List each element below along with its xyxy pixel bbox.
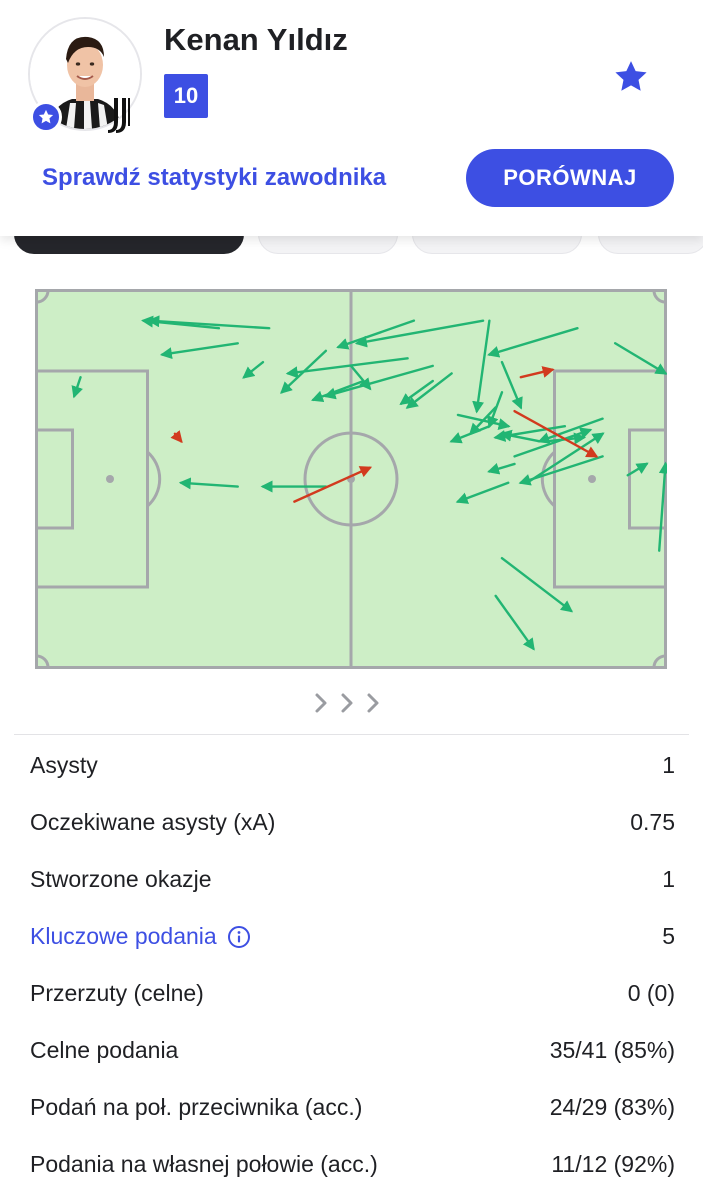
stat-row-key-passes[interactable]: Kluczowe podania 5 [30,908,675,965]
stat-row-long-balls: Przerzuty (celne) 0 (0) [30,965,675,1022]
player-stats-link[interactable]: Sprawdź statystyki zawodnika [42,164,386,192]
player-name: Kenan Yıldız [164,22,348,57]
stat-label: Podań na poł. przeciwnika (acc.) [30,1094,363,1120]
stat-value: 0 (0) [627,980,675,1006]
pass-map [35,289,667,669]
stat-value: 11/12 (92%) [551,1151,675,1177]
stat-value: 1 [662,866,675,892]
club-logo-icon [108,98,130,133]
stat-label: Podania na własnej połowie (acc.) [30,1151,378,1177]
key-passes-link[interactable]: Kluczowe podania [30,923,251,950]
stat-label: Celne podania [30,1037,179,1063]
pitch [35,289,667,669]
stats-list: Asysty 1 Oczekiwane asysty (xA) 0.75 Stw… [30,737,675,1193]
stat-label: Kluczowe podania [30,923,217,949]
stat-value: 0.75 [630,809,675,835]
stat-row-own-half-passes: Podania na własnej połowie (acc.) 11/12 … [30,1136,675,1193]
penalty-spot-left [106,475,114,483]
stat-value: 1 [662,752,675,778]
stat-row-assists: Asysty 1 [30,737,675,794]
divider [14,734,689,735]
stat-value: 24/29 (83%) [549,1094,675,1120]
stat-label: Przerzuty (celne) [30,980,204,1006]
stat-label: Stworzone okazje [30,866,212,892]
shirt-number: 10 [164,74,208,118]
stat-row-opp-half-passes: Podań na poł. przeciwnika (acc.) 24/29 (… [30,1079,675,1136]
stat-label: Asysty [30,752,98,778]
info-icon[interactable] [227,925,251,949]
stat-value: 5 [662,923,675,949]
penalty-spot-right [588,475,596,483]
stat-row-accurate-passes: Celne podania 35/41 (85%) [30,1022,675,1079]
stat-row-chances-created: Stworzone okazje 1 [30,851,675,908]
star-icon[interactable] [612,58,650,96]
chevrons-right-icon[interactable] [312,690,392,718]
stat-label: Oczekiwane asysty (xA) [30,809,276,835]
stat-value: 35/41 (85%) [549,1037,675,1063]
stat-row-xa: Oczekiwane asysty (xA) 0.75 [30,794,675,851]
player-header: Kenan Yıldız 10 Sprawdź statystyki zawod… [0,0,703,236]
star-badge-icon [30,101,62,133]
compare-button[interactable]: PORÓWNAJ [466,149,674,207]
